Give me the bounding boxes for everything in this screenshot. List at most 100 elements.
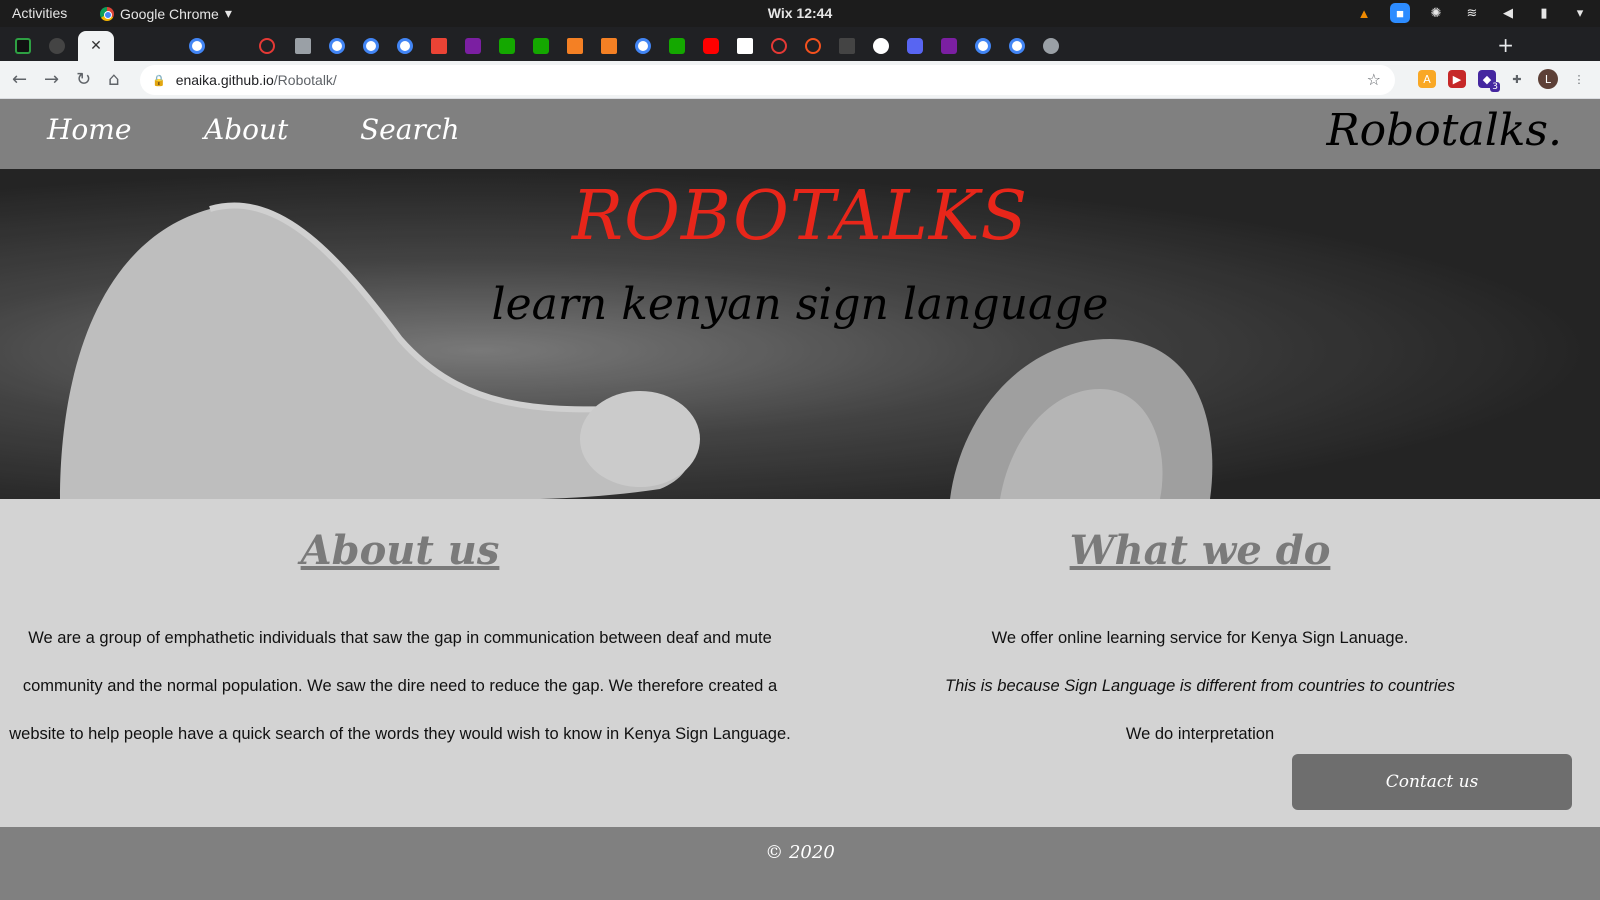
tab[interactable] bbox=[6, 31, 40, 61]
tab[interactable] bbox=[626, 31, 660, 61]
google-icon bbox=[635, 38, 651, 54]
what-we-do-line: This is because Sign Language is differe… bbox=[945, 677, 1455, 695]
google-icon bbox=[189, 38, 205, 54]
browser-toolbar: ← → ↻ ⌂ 🔒 enaika.github.io/Robotalk/ ☆ A… bbox=[0, 61, 1600, 99]
extension-icon[interactable]: ◆ 3 bbox=[1478, 70, 1500, 92]
url-text[interactable]: enaika.github.io/Robotalk/ bbox=[176, 72, 337, 88]
tab[interactable] bbox=[898, 31, 932, 61]
opera-icon bbox=[259, 38, 275, 54]
tab[interactable] bbox=[388, 31, 422, 61]
tab[interactable] bbox=[456, 31, 490, 61]
hero-banner: ROBOTALKS learn kenyan sign language bbox=[0, 169, 1600, 499]
forms-icon bbox=[941, 38, 957, 54]
tab[interactable] bbox=[762, 31, 796, 61]
upwork-icon bbox=[533, 38, 549, 54]
battery-icon[interactable]: ▮ bbox=[1534, 3, 1554, 23]
google-icon bbox=[1009, 38, 1025, 54]
wifi-icon[interactable]: ≋ bbox=[1462, 3, 1482, 23]
extension-icon[interactable]: ▶ bbox=[1448, 70, 1466, 88]
address-bar[interactable]: 🔒 enaika.github.io/Robotalk/ ☆ bbox=[140, 65, 1395, 95]
upwork-icon bbox=[669, 38, 685, 54]
tab[interactable] bbox=[524, 31, 558, 61]
tab[interactable] bbox=[1000, 31, 1034, 61]
contact-us-button[interactable]: Contact us bbox=[1292, 754, 1572, 810]
tab[interactable] bbox=[694, 31, 728, 61]
tab[interactable] bbox=[660, 31, 694, 61]
google-icon bbox=[329, 38, 345, 54]
nav-link-home[interactable]: Home bbox=[47, 113, 131, 146]
os-top-bar: Activities Google Chrome ▾ Wix 12:44 ▲ ■… bbox=[0, 0, 1600, 27]
about-line: We are a group of emphathetic individual… bbox=[28, 629, 772, 647]
tab-strip: ✕ + bbox=[0, 27, 1600, 61]
unsplash-icon bbox=[737, 38, 753, 54]
weather-icon[interactable]: ✺ bbox=[1426, 3, 1446, 23]
bookmark-star-icon[interactable]: ☆ bbox=[1367, 70, 1381, 89]
volume-icon[interactable]: ◀ bbox=[1498, 3, 1518, 23]
back-icon[interactable]: ← bbox=[12, 69, 27, 90]
about-line: website to help people have a quick sear… bbox=[9, 725, 791, 743]
about-line: community and the normal population. We … bbox=[22, 677, 778, 695]
what-we-do-line: We offer online learning service for Ken… bbox=[991, 629, 1409, 647]
close-icon[interactable]: ✕ bbox=[90, 38, 102, 54]
tab[interactable] bbox=[932, 31, 966, 61]
system-tray[interactable]: ▲ ■ ✺ ≋ ◀ ▮ ▾ bbox=[1354, 3, 1590, 23]
content-section: About us We are a group of emphathetic i… bbox=[0, 499, 1600, 827]
tab-favicon-icon bbox=[15, 38, 31, 54]
nav-link-search[interactable]: Search bbox=[360, 113, 460, 146]
tab[interactable] bbox=[558, 31, 592, 61]
tab[interactable] bbox=[320, 31, 354, 61]
tab-active[interactable]: ✕ bbox=[78, 31, 114, 61]
about-section: About us We are a group of emphathetic i… bbox=[0, 499, 800, 758]
vlc-icon[interactable]: ▲ bbox=[1354, 3, 1374, 23]
lock-icon[interactable]: 🔒 bbox=[152, 74, 166, 87]
reload-icon[interactable]: ↻ bbox=[76, 69, 91, 90]
stackoverflow-icon bbox=[601, 38, 617, 54]
what-we-do-line: We do interpretation bbox=[1125, 725, 1275, 743]
tab[interactable] bbox=[1034, 31, 1068, 61]
google-icon bbox=[975, 38, 991, 54]
tab[interactable] bbox=[422, 31, 456, 61]
tab[interactable] bbox=[40, 31, 74, 61]
zoom-icon[interactable]: ■ bbox=[1390, 3, 1410, 23]
tab[interactable] bbox=[728, 31, 762, 61]
site-footer: © 2020 bbox=[0, 827, 1600, 900]
forms-icon bbox=[465, 38, 481, 54]
new-tab-button[interactable]: + bbox=[1497, 33, 1514, 57]
upwork-icon bbox=[499, 38, 515, 54]
extensions-area: A ▶ ◆ 3 ✚ L ⋮ bbox=[1418, 69, 1588, 92]
tab[interactable] bbox=[796, 31, 830, 61]
youtube-icon bbox=[703, 38, 719, 54]
github-icon bbox=[49, 38, 65, 54]
tab[interactable] bbox=[490, 31, 524, 61]
tab[interactable] bbox=[966, 31, 1000, 61]
about-heading: About us bbox=[300, 527, 500, 574]
what-we-do-heading: What we do bbox=[1069, 527, 1331, 574]
tab[interactable] bbox=[286, 31, 320, 61]
copyright-text: © 2020 bbox=[765, 842, 835, 863]
tab[interactable] bbox=[592, 31, 626, 61]
site-brand[interactable]: Robotalks. bbox=[1327, 105, 1563, 156]
nav-link-about[interactable]: About bbox=[204, 113, 288, 146]
chevron-down-icon[interactable]: ▾ bbox=[1570, 3, 1590, 23]
opera-icon bbox=[771, 38, 787, 54]
avatar[interactable]: L bbox=[1538, 69, 1558, 89]
home-icon[interactable]: ⌂ bbox=[108, 69, 119, 90]
google-icon bbox=[363, 38, 379, 54]
web-page: Home About Search Robotalks. ROBOTALKS l… bbox=[0, 99, 1600, 900]
hero-subtitle: learn kenyan sign language bbox=[491, 279, 1109, 330]
extension-icon[interactable]: A bbox=[1418, 70, 1436, 88]
tab[interactable] bbox=[864, 31, 898, 61]
kebab-menu-icon[interactable]: ⋮ bbox=[1570, 70, 1588, 88]
tab[interactable] bbox=[250, 31, 284, 61]
stackoverflow-icon bbox=[567, 38, 583, 54]
tab-favicon-icon bbox=[839, 38, 855, 54]
site-navbar: Home About Search Robotalks. bbox=[0, 99, 1600, 169]
tab[interactable] bbox=[354, 31, 388, 61]
tab-favicon-icon bbox=[873, 38, 889, 54]
hero-title: ROBOTALKS bbox=[571, 177, 1029, 256]
forward-icon[interactable]: → bbox=[44, 69, 59, 90]
tab[interactable] bbox=[830, 31, 864, 61]
puzzle-icon[interactable]: ✚ bbox=[1508, 70, 1526, 88]
tab[interactable] bbox=[180, 31, 214, 61]
globe-icon bbox=[1043, 38, 1059, 54]
